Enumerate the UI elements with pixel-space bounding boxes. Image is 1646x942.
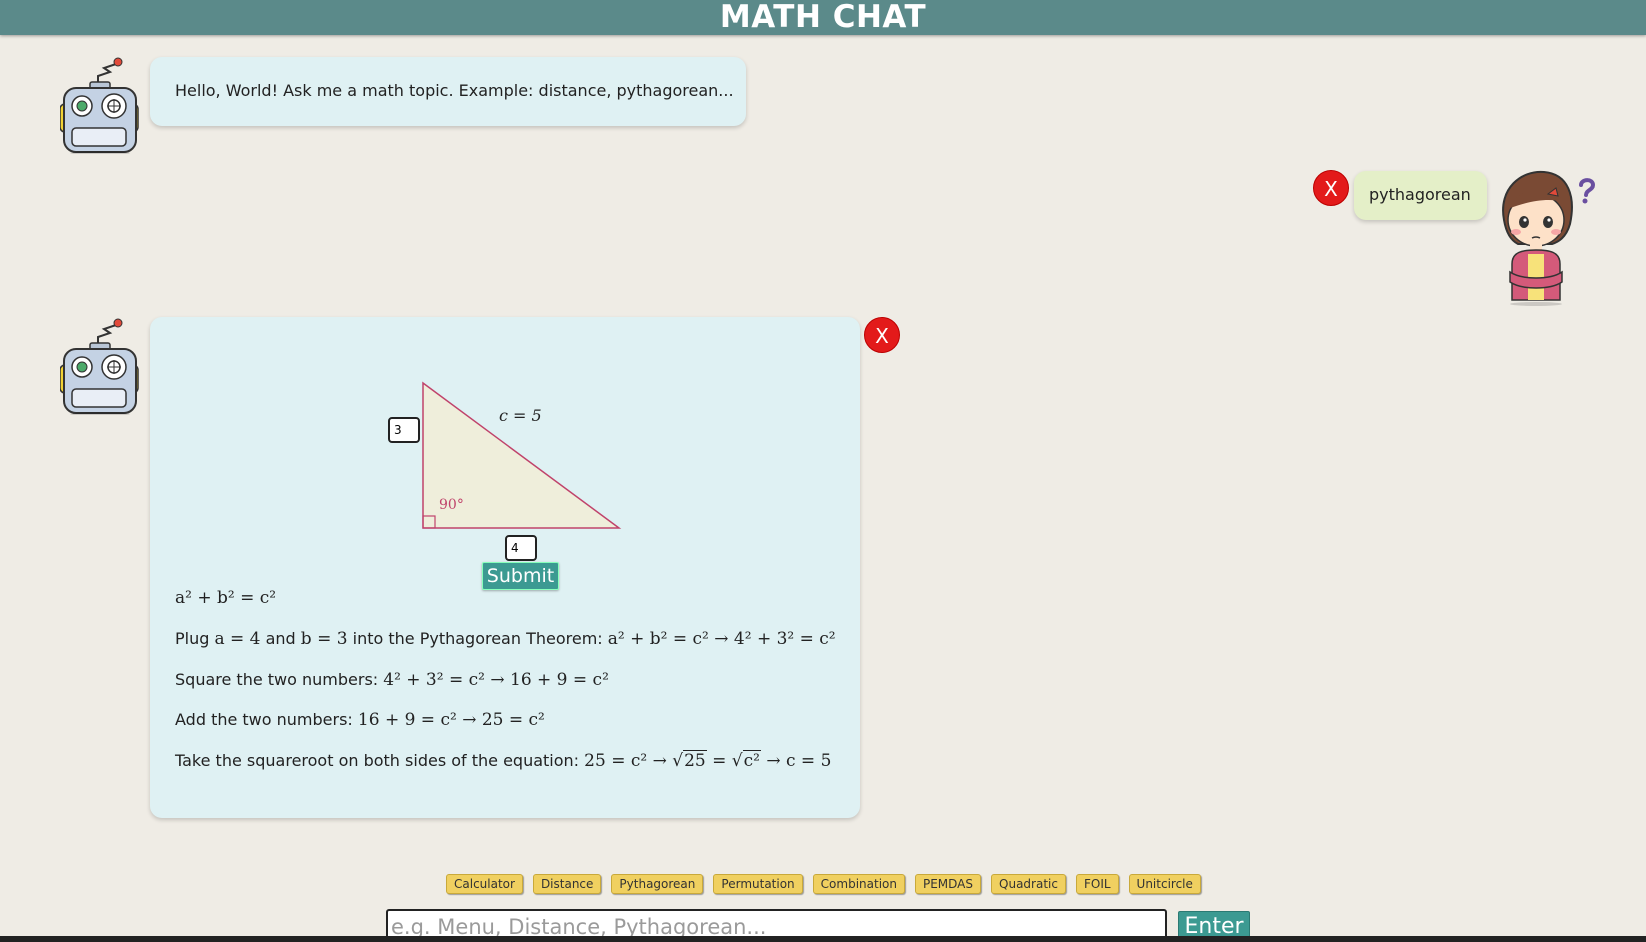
quick-btn-combination[interactable]: Combination	[812, 874, 905, 894]
angle-label: 90°	[439, 497, 464, 513]
quick-btn-quadratic[interactable]: Quadratic	[991, 874, 1066, 894]
quick-btn-pemdas[interactable]: PEMDAS	[914, 874, 982, 894]
step-square-math: 4² + 3² = c² → 16 + 9 = c²	[383, 670, 609, 690]
user-message-text: pythagorean	[1369, 185, 1471, 204]
topic-quick-menu: Calculator Distance Pythagorean Permutat…	[446, 874, 1201, 894]
step-plug-text2: and	[260, 629, 301, 648]
step-plug-text3: into the Pythagorean Theorem:	[347, 629, 608, 648]
bottom-edge	[0, 936, 1646, 942]
quick-btn-foil[interactable]: FOIL	[1075, 874, 1119, 894]
step-plug-math3: a² + b² = c² → 4² + 3² = c²	[607, 629, 836, 649]
quick-btn-distance[interactable]: Distance	[532, 874, 602, 894]
sqrt-radicand-2: c²	[742, 750, 761, 771]
step-add-math: 16 + 9 = c² → 25 = c²	[357, 710, 545, 730]
user-message-bubble: pythagorean	[1354, 171, 1487, 220]
submit-button[interactable]: Submit	[482, 562, 559, 590]
robot-avatar-icon	[60, 318, 139, 415]
quick-btn-unitcircle[interactable]: Unitcircle	[1128, 874, 1201, 894]
bot-greeting-bubble: Hello, World! Ask me a math topic. Examp…	[150, 57, 746, 126]
robot-avatar-icon	[60, 57, 139, 154]
app: MATH CHAT Hello, World! Ask me a math to…	[0, 0, 1646, 942]
hypotenuse-label: c = 5	[499, 406, 542, 425]
quick-btn-calculator[interactable]: Calculator	[446, 874, 523, 894]
app-title: MATH CHAT	[719, 0, 927, 35]
step-add-text: Add the two numbers:	[175, 710, 358, 729]
app-header: MATH CHAT	[0, 0, 1646, 35]
sqrt-radicand-1: 25	[683, 750, 707, 771]
step-square-text: Square the two numbers:	[175, 670, 384, 689]
side-a-input[interactable]	[388, 417, 420, 443]
side-b-input[interactable]	[505, 535, 537, 561]
pythagorean-lesson-bubble: 90° c = 5 Submit a² + b² = c² Plug a = 4…	[150, 317, 860, 818]
formula-line: a² + b² = c²	[175, 588, 276, 608]
step-square: Square the two numbers: 4² + 3² = c² → 1…	[175, 670, 609, 690]
quick-btn-pythagorean[interactable]: Pythagorean	[611, 874, 704, 894]
step-sqrt-text: Take the squareroot on both sides of the…	[175, 751, 585, 770]
delete-lesson-button[interactable]: X	[864, 317, 900, 353]
bot-greeting-text: Hello, World! Ask me a math topic. Examp…	[175, 81, 734, 100]
step-add: Add the two numbers: 16 + 9 = c² → 25 = …	[175, 710, 545, 730]
quick-btn-permutation[interactable]: Permutation	[713, 874, 803, 894]
delete-user-message-button[interactable]: X	[1313, 170, 1349, 206]
step-sqrt: Take the squareroot on both sides of the…	[175, 750, 832, 771]
step-plug-math1: a = 4	[214, 629, 261, 649]
step-plug: Plug a = 4 and b = 3 into the Pythagorea…	[175, 629, 836, 649]
step-plug-math2: b = 3	[300, 629, 348, 649]
step-plug-text1: Plug	[175, 629, 215, 648]
formula-text: a² + b² = c²	[175, 588, 277, 608]
question-mark-icon	[1579, 178, 1596, 204]
step-sqrt-math-before: 25 = c² →	[584, 751, 673, 771]
step-sqrt-math-after: → c = 5	[766, 751, 832, 771]
